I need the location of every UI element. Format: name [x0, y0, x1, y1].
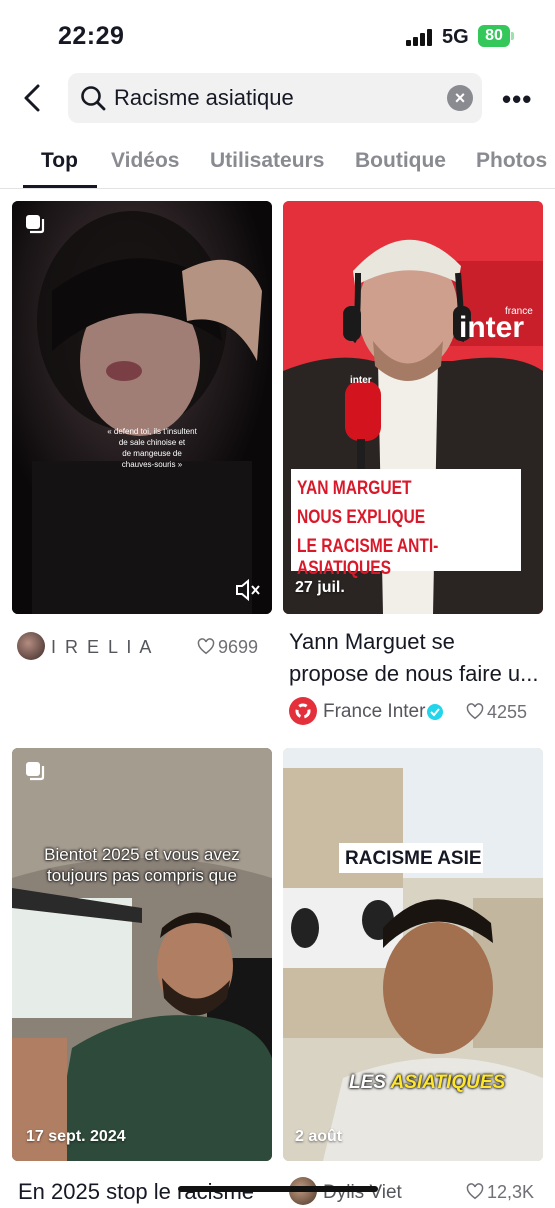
- station-logo-big: inter: [459, 311, 525, 344]
- photo-carousel-icon: [24, 213, 45, 234]
- more-options-icon[interactable]: •••: [502, 84, 532, 115]
- tab-videos[interactable]: Vidéos: [111, 149, 179, 173]
- tabs-divider: [0, 188, 555, 189]
- clear-search-icon[interactable]: ×: [447, 85, 473, 111]
- back-button[interactable]: [18, 82, 48, 114]
- tab-shop[interactable]: Boutique: [355, 149, 446, 173]
- battery-tip: [511, 32, 514, 40]
- overlay-title: RACISME ASIE: [345, 848, 482, 869]
- overlay-line-1: YAN MARGUET: [297, 478, 412, 499]
- overlay-line-2: NOUS EXPLIQUE: [297, 507, 426, 528]
- photo-carousel-icon: [24, 760, 46, 782]
- home-indicator: [178, 1186, 378, 1192]
- overlay-line-3: LE RACISME ANTI-ASIATIQUES: [297, 536, 439, 579]
- muted-icon[interactable]: [234, 578, 262, 602]
- video-thumbnail: [12, 748, 272, 1161]
- heart-icon: [197, 638, 215, 655]
- post-date: 17 sept. 2024: [26, 1128, 126, 1145]
- overlay-bottom-text: LES ASIATIQUES: [349, 1072, 506, 1093]
- author-name[interactable]: I R E L I A: [51, 637, 153, 658]
- author-name[interactable]: France Inter: [323, 701, 425, 723]
- video-caption[interactable]: En 2025 stop le racisme: [18, 1176, 254, 1208]
- video-caption-line-2[interactable]: propose de nous faire u...: [289, 658, 539, 690]
- chevron-left-icon: [24, 84, 40, 112]
- tab-top[interactable]: Top: [41, 149, 78, 173]
- tab-photos[interactable]: Photos: [476, 149, 547, 173]
- post-date: 2 août: [295, 1128, 343, 1145]
- avatar[interactable]: [17, 632, 45, 660]
- status-time: 22:29: [58, 22, 125, 50]
- search-icon: [80, 85, 106, 111]
- result-card-2[interactable]: france inter inter YAN MARGUET NOUS EXPL…: [283, 201, 543, 614]
- heart-icon: [466, 703, 484, 720]
- video-overlay-text: « defend toi, ils t'insultent de sale ch…: [107, 427, 197, 469]
- avatar[interactable]: [289, 697, 317, 725]
- result-card-3[interactable]: Bientot 2025 et vous avez toujours pas c…: [12, 748, 272, 1161]
- result-card-1[interactable]: « defend toi, ils t'insultent de sale ch…: [12, 201, 272, 614]
- video-thumbnail: [283, 748, 543, 1161]
- like-count[interactable]: 4255: [466, 702, 527, 723]
- network-type: 5G: [442, 26, 469, 48]
- heart-icon: [466, 1183, 484, 1200]
- cellular-signal-icon: [406, 28, 434, 46]
- video-overlay-text: Bientot 2025 et vous avez toujours pas c…: [44, 845, 240, 885]
- result-card-4[interactable]: RACISME ASIE LES ASIATIQUES 2 août: [283, 748, 543, 1161]
- tab-users[interactable]: Utilisateurs: [210, 149, 324, 173]
- post-date: 27 juil.: [295, 579, 345, 596]
- verified-badge-icon: [427, 704, 443, 720]
- mic-label: inter: [350, 375, 372, 386]
- battery-icon: 80: [478, 25, 510, 47]
- video-thumbnail: [12, 201, 272, 614]
- like-count[interactable]: 9699: [197, 637, 258, 658]
- search-input[interactable]: Racisme asiatique: [114, 85, 294, 111]
- video-caption-line-1[interactable]: Yann Marguet se: [289, 626, 455, 658]
